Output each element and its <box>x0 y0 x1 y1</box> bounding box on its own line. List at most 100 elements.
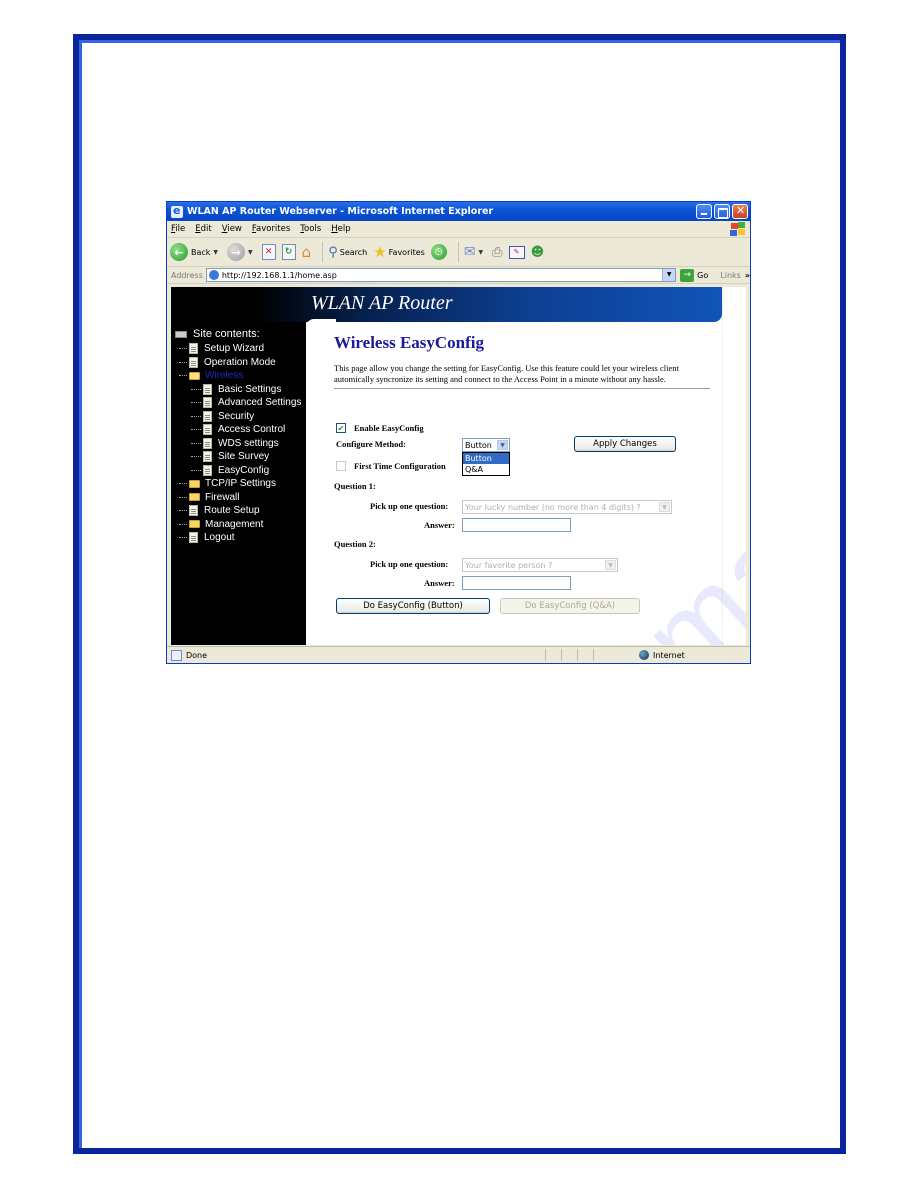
computer-icon <box>175 330 187 338</box>
title-bar: WLAN AP Router Webserver - Microsoft Int… <box>167 202 750 221</box>
history-icon: ◷ <box>430 244 447 260</box>
menu-favorites[interactable]: Favorites <box>252 224 290 234</box>
first-time-config-checkbox[interactable] <box>336 461 346 471</box>
maximize-button[interactable] <box>714 204 730 219</box>
chevron-down-icon[interactable]: ▼ <box>605 560 616 570</box>
home-button[interactable]: ⌂ <box>302 243 312 261</box>
menu-help[interactable]: Help <box>331 224 350 234</box>
chevron-down-icon[interactable]: ▼ <box>497 440 508 450</box>
tree-connector <box>191 415 201 417</box>
sidebar: Site contents: Setup Wizard Operation Mod… <box>171 322 306 645</box>
mail-button[interactable]: ✉ ▼ <box>464 244 486 260</box>
menu-edit[interactable]: Edit <box>195 224 211 234</box>
sidebar-item-wds-settings[interactable]: WDS settings <box>171 437 306 451</box>
star-icon: ★ <box>373 243 387 261</box>
question2-answer-input[interactable] <box>462 576 571 590</box>
question2-select[interactable]: Your favorite person ? ▼ <box>462 558 618 572</box>
home-icon: ⌂ <box>301 243 312 261</box>
question2-pick-label: Pick up one question: <box>370 559 449 569</box>
page-icon <box>203 410 212 422</box>
scrollbar[interactable] <box>722 287 746 645</box>
menu-file[interactable]: File <box>171 224 185 234</box>
sidebar-item-label: WDS settings <box>218 437 279 449</box>
apply-changes-button[interactable]: Apply Changes <box>574 436 676 452</box>
toolbar-separator <box>457 242 459 262</box>
tree-connector <box>191 456 201 458</box>
sidebar-item-label: TCP/IP Settings <box>205 478 276 490</box>
toolbar-separator <box>322 242 324 262</box>
site-contents-root: Site contents: <box>175 328 260 340</box>
sidebar-item-access-control[interactable]: Access Control <box>171 423 306 437</box>
menu-view[interactable]: View <box>222 224 242 234</box>
page-icon <box>203 397 212 409</box>
address-label: Address <box>171 270 203 280</box>
sidebar-item-basic-settings[interactable]: Basic Settings <box>171 383 306 397</box>
sidebar-item-wireless[interactable]: Wireless <box>171 369 306 383</box>
page-status-icon <box>171 649 182 661</box>
sidebar-item-route-setup[interactable]: Route Setup <box>171 504 306 518</box>
chevron-down-icon[interactable]: ▼ <box>659 502 670 512</box>
refresh-button[interactable]: ↻ <box>281 244 296 260</box>
do-easyconfig-qa-button[interactable]: Do EasyConfig (Q&A) <box>500 598 640 614</box>
tree-connector <box>191 469 201 471</box>
tree-connector <box>179 348 187 350</box>
search-icon: ⚲ <box>328 244 338 260</box>
sidebar-item-setup-wizard[interactable]: Setup Wizard <box>171 342 306 356</box>
menu-tools[interactable]: Tools <box>300 224 321 234</box>
sidebar-item-label: Management <box>205 518 264 530</box>
sidebar-item-label: Wireless <box>205 370 244 382</box>
tree-connector <box>179 537 187 539</box>
sidebar-item-label: Operation Mode <box>204 356 276 368</box>
forward-button[interactable]: → ▼ <box>227 243 256 261</box>
option-qa[interactable]: Q&A <box>463 464 509 475</box>
edit-button[interactable]: ✎ <box>508 245 525 259</box>
sidebar-item-label: Setup Wizard <box>204 343 265 355</box>
question1-select[interactable]: Your lucky number (no more than 4 digits… <box>462 500 672 514</box>
mail-icon: ✉ <box>463 244 476 260</box>
status-text: Done <box>186 650 208 660</box>
question1-answer-input[interactable] <box>462 518 571 532</box>
sidebar-item-label: Firewall <box>205 491 240 503</box>
links-button[interactable]: Links <box>720 271 741 280</box>
tree-connector <box>191 442 201 444</box>
links-chevron-icon[interactable]: » <box>745 271 750 280</box>
address-input[interactable]: http://192.168.1.1/home.asp ▼ <box>205 268 677 282</box>
sidebar-item-easyconfig[interactable]: EasyConfig <box>171 464 306 478</box>
minimize-button[interactable] <box>696 204 712 219</box>
chevron-down-icon[interactable]: ▼ <box>248 249 253 256</box>
question1-heading: Question 1: <box>334 481 376 491</box>
page-icon <box>208 270 219 280</box>
sidebar-item-logout[interactable]: Logout <box>171 531 306 545</box>
enable-easyconfig-checkbox[interactable]: ✔ <box>336 423 346 433</box>
print-button[interactable]: ⎙ <box>492 245 502 260</box>
chevron-down-icon[interactable]: ▼ <box>479 249 484 256</box>
sidebar-item-operation-mode[interactable]: Operation Mode <box>171 356 306 370</box>
question1-pick-label: Pick up one question: <box>370 501 449 511</box>
tree-connector <box>179 483 187 485</box>
folder-icon <box>189 493 200 502</box>
chevron-down-icon[interactable]: ▼ <box>213 249 218 256</box>
sidebar-item-site-survey[interactable]: Site Survey <box>171 450 306 464</box>
go-button[interactable]: → Go <box>680 268 708 282</box>
sidebar-item-tcp-ip-settings[interactable]: TCP/IP Settings <box>171 477 306 491</box>
page-icon <box>203 464 212 476</box>
history-button[interactable]: ◷ <box>430 244 447 260</box>
sidebar-item-advanced-settings[interactable]: Advanced Settings <box>171 396 306 410</box>
page-icon <box>189 343 198 355</box>
sidebar-item-firewall[interactable]: Firewall <box>171 491 306 505</box>
sidebar-item-security[interactable]: Security <box>171 410 306 424</box>
close-button[interactable] <box>732 204 748 219</box>
chevron-down-icon[interactable]: ▼ <box>662 269 676 281</box>
banner-title: WLAN AP Router <box>311 292 453 314</box>
sidebar-tree: Setup Wizard Operation Mode Wireless Basic … <box>171 342 306 545</box>
favorites-button[interactable]: ★ Favorites <box>373 243 425 261</box>
do-easyconfig-button[interactable]: Do EasyConfig (Button) <box>336 598 490 614</box>
edit-icon: ✎ <box>508 245 525 259</box>
stop-button[interactable]: ✕ <box>261 244 276 260</box>
configure-method-select[interactable]: Button ▼ <box>462 438 510 452</box>
sidebar-item-management[interactable]: Management <box>171 518 306 532</box>
search-button[interactable]: ⚲ Search <box>328 245 367 260</box>
back-button[interactable]: ← Back ▼ <box>170 243 221 261</box>
option-button[interactable]: Button <box>463 453 509 464</box>
messenger-button[interactable]: ☻ <box>531 245 545 260</box>
